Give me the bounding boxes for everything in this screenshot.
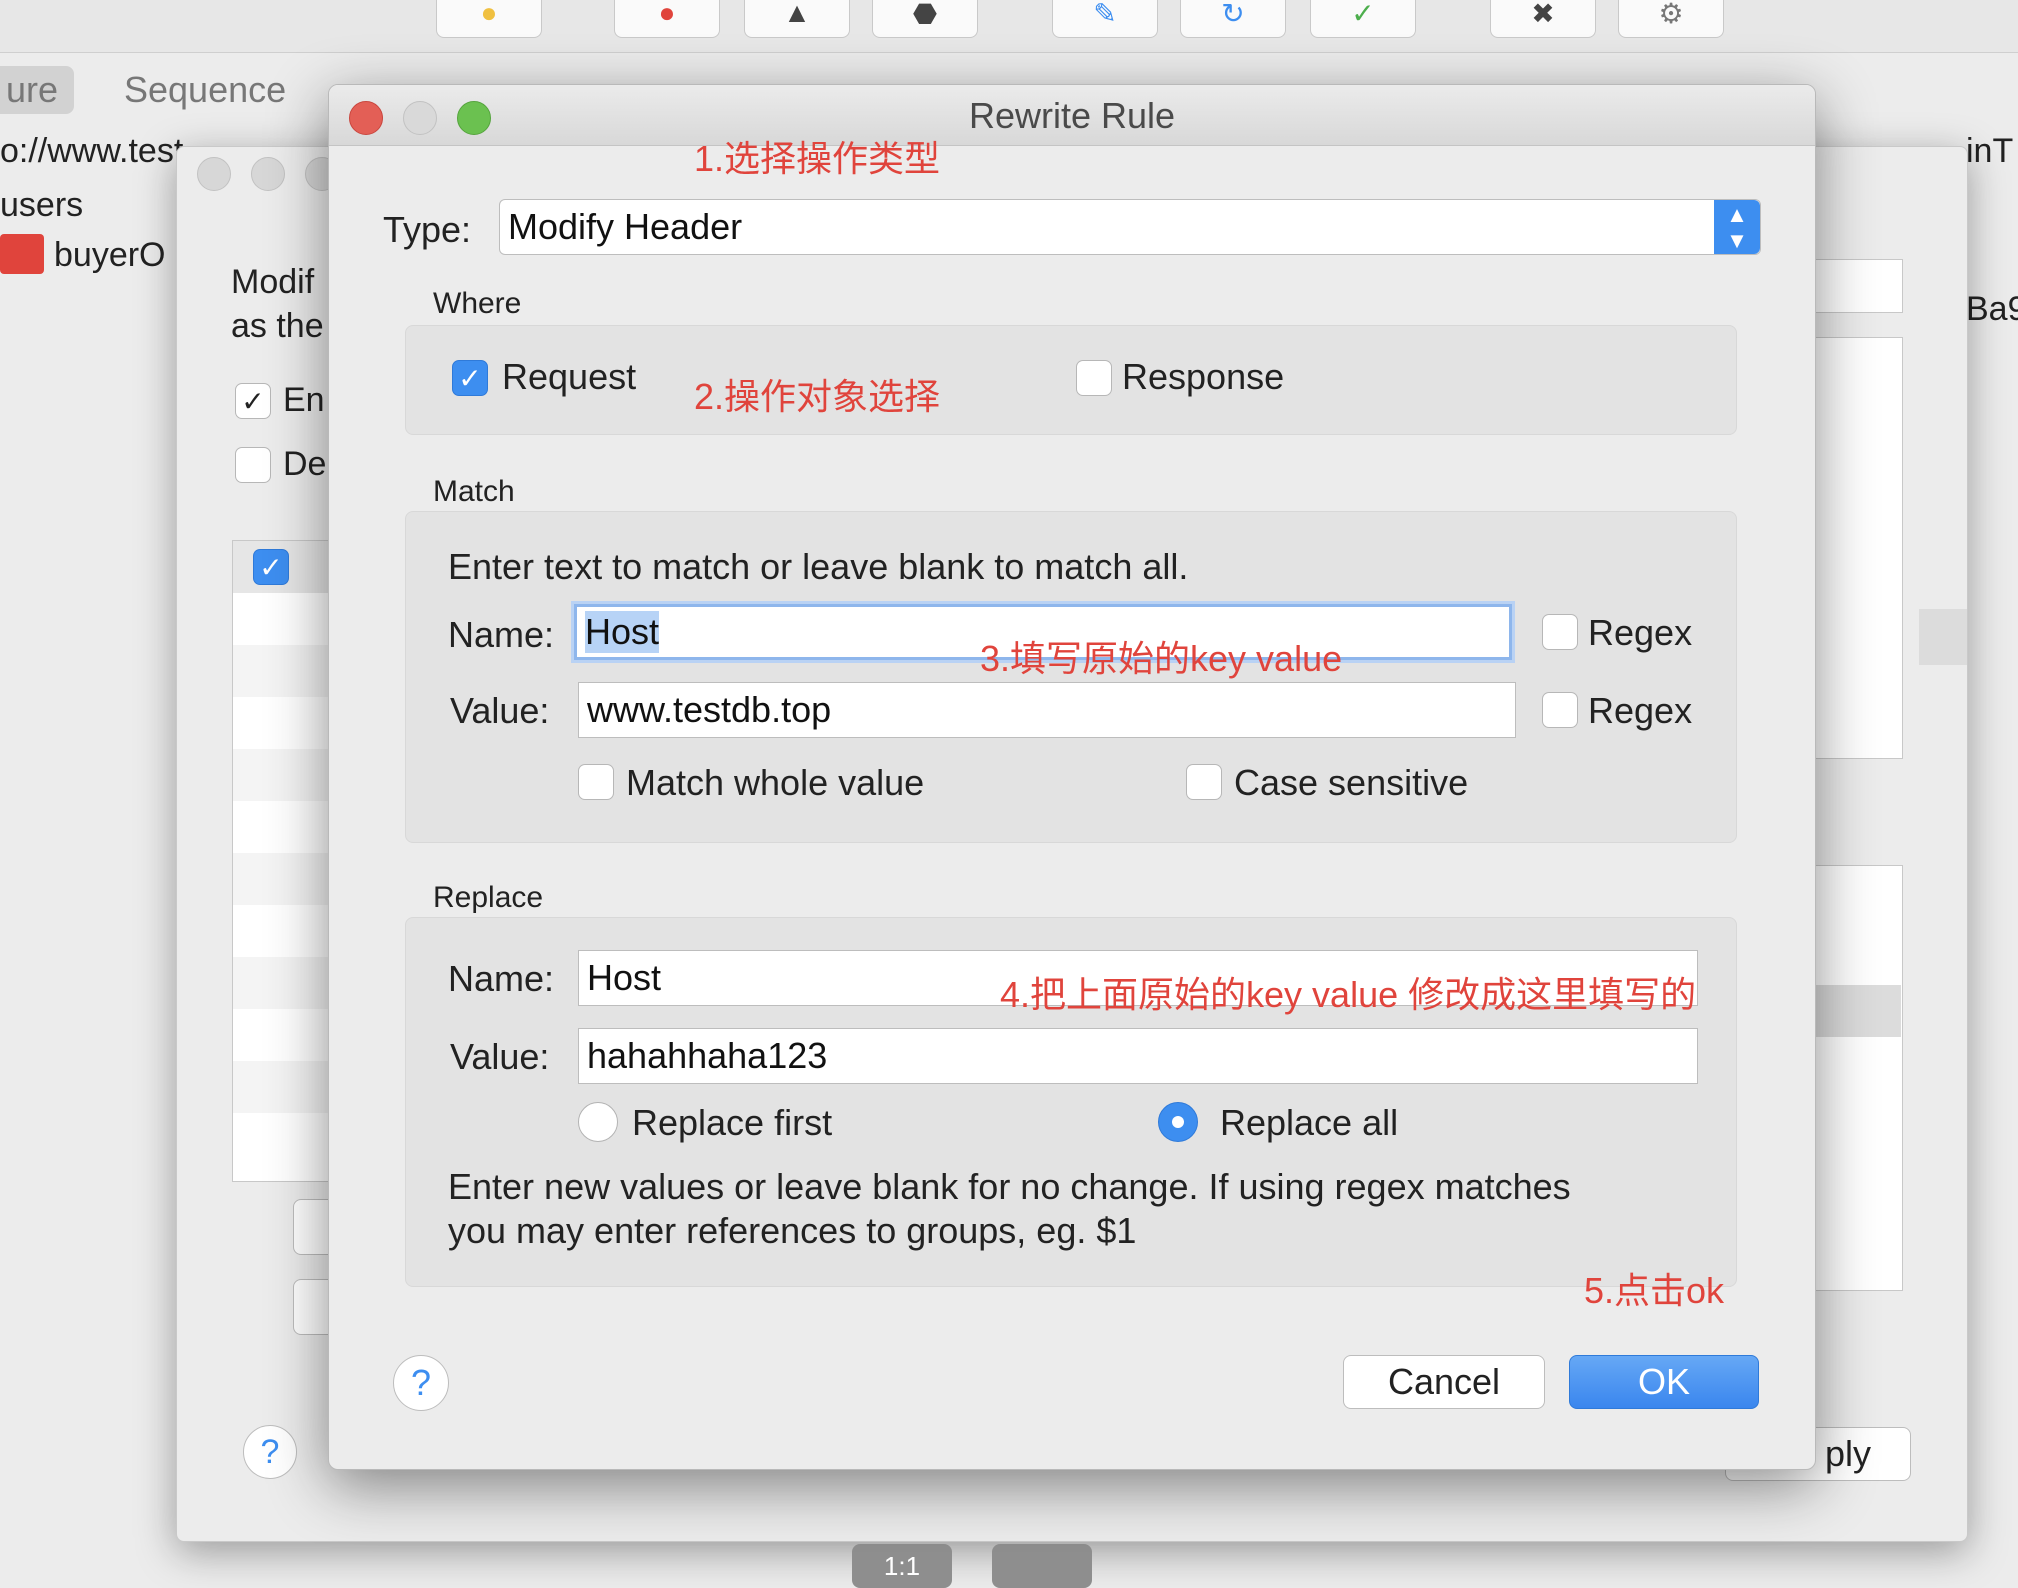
match-value-label: Value: [450,690,550,731]
replace-first-label: Replace first [632,1102,833,1143]
match-whole-value-label: Match whole value [626,762,925,803]
tools-icon[interactable]: ✖ [1490,0,1596,38]
name-regex-label: Regex [1588,612,1693,653]
pen-icon[interactable]: ✎ [1052,0,1158,38]
value-regex-checkbox[interactable] [1542,692,1578,728]
annotation-step-1: 1.选择操作类型 [694,138,941,179]
replace-value-input[interactable]: hahahhaha123 [578,1028,1698,1084]
where-group: ✓ Request Response [405,325,1737,435]
replace-section-title: Replace [433,881,544,914]
annotation-step-5: 5.点击ok [1584,1270,1725,1311]
bg-field[interactable] [1811,259,1903,313]
type-select[interactable]: Modify Header ▲ ▼ [499,199,1761,255]
settings-icon[interactable]: ⚙ [1618,0,1724,38]
name-regex-checkbox[interactable] [1542,614,1578,650]
replace-hint-2: you may enter references to groups, eg. … [448,1210,1137,1251]
case-sensitive-label: Case sensitive [1234,762,1469,803]
right-fragment-mid: Ba9 [1966,290,2018,328]
bg-list-right[interactable] [1811,337,1903,759]
debug-label: De [283,445,327,483]
throttle-icon[interactable]: ▲ [744,0,850,38]
match-section-title: Match [433,475,515,508]
main-toolbar: ● ● ▲ ⬣ ✎ ↻ ✓ ✖ ⚙ [0,0,2018,53]
title-bar: Rewrite Rule [329,85,1815,146]
enable-checkbox[interactable]: ✓ [235,383,271,419]
enable-label: En [283,381,325,419]
bg-minimize-icon [251,157,285,191]
tree-item-users[interactable]: users [0,186,83,225]
bg-rule-checkbox[interactable]: ✓ [253,549,289,585]
where-section-title: Where [433,287,522,320]
request-label: Request [502,356,637,397]
match-whole-value-checkbox[interactable] [578,764,614,800]
tab-sequence[interactable]: Sequence [108,66,302,114]
match-hint: Enter text to match or leave blank to ma… [448,546,1189,587]
request-checkbox[interactable]: ✓ [452,360,488,396]
response-checkbox[interactable] [1076,360,1112,396]
annotation-step-3: 3.填写原始的key value [980,638,1343,679]
chart-icon [0,234,44,274]
replace-hint-1: Enter new values or leave blank for no c… [448,1166,1571,1207]
replace-all-radio[interactable] [1158,1102,1198,1142]
response-label: Response [1122,356,1285,397]
zoom-actual-button[interactable]: 1:1 [852,1544,952,1588]
bg-list-right-2[interactable] [1811,865,1903,1291]
bg-description-2: as the [231,307,324,345]
refresh-icon[interactable]: ↻ [1180,0,1286,38]
help-icon[interactable]: ? [393,1355,449,1411]
tab-structure[interactable]: ure [0,66,75,114]
value-regex-label: Regex [1588,690,1693,731]
match-value-input[interactable]: www.testdb.top [578,682,1516,738]
validate-icon[interactable]: ✓ [1310,0,1416,38]
case-sensitive-checkbox[interactable] [1186,764,1222,800]
bg-selection-fragment [1919,609,1967,665]
type-label: Type: [383,209,472,250]
bg-help-icon[interactable]: ? [243,1425,297,1479]
ok-button[interactable]: OK [1569,1355,1759,1409]
brush-icon[interactable]: ● [436,0,542,38]
annotation-step-2: 2.操作对象选择 [694,376,941,417]
cancel-button[interactable]: Cancel [1343,1355,1545,1409]
match-name-label: Name: [448,614,555,655]
select-arrows-icon: ▲ ▼ [1714,200,1760,254]
breakpoint-icon[interactable]: ⬣ [872,0,978,38]
dialog-title: Rewrite Rule [968,95,1176,136]
bg-selected-row [1811,985,1901,1037]
url-fragment: o://www.test [0,132,184,170]
replace-value-label: Value: [450,1036,550,1077]
replace-all-label: Replace all [1220,1102,1399,1143]
bg-description-1: Modif [231,263,315,301]
debug-checkbox[interactable] [235,447,271,483]
replace-name-label: Name: [448,958,555,999]
tree-item-buyer[interactable]: buyerO [54,236,166,275]
bg-close-icon [197,157,231,191]
replace-first-radio[interactable] [578,1102,618,1142]
annotation-step-4: 4.把上面原始的key value 修改成这里填写的 [1000,974,1697,1015]
right-fragment-top: inT [1966,132,2014,170]
fit-screen-button[interactable] [992,1544,1092,1588]
record-icon[interactable]: ● [614,0,720,38]
